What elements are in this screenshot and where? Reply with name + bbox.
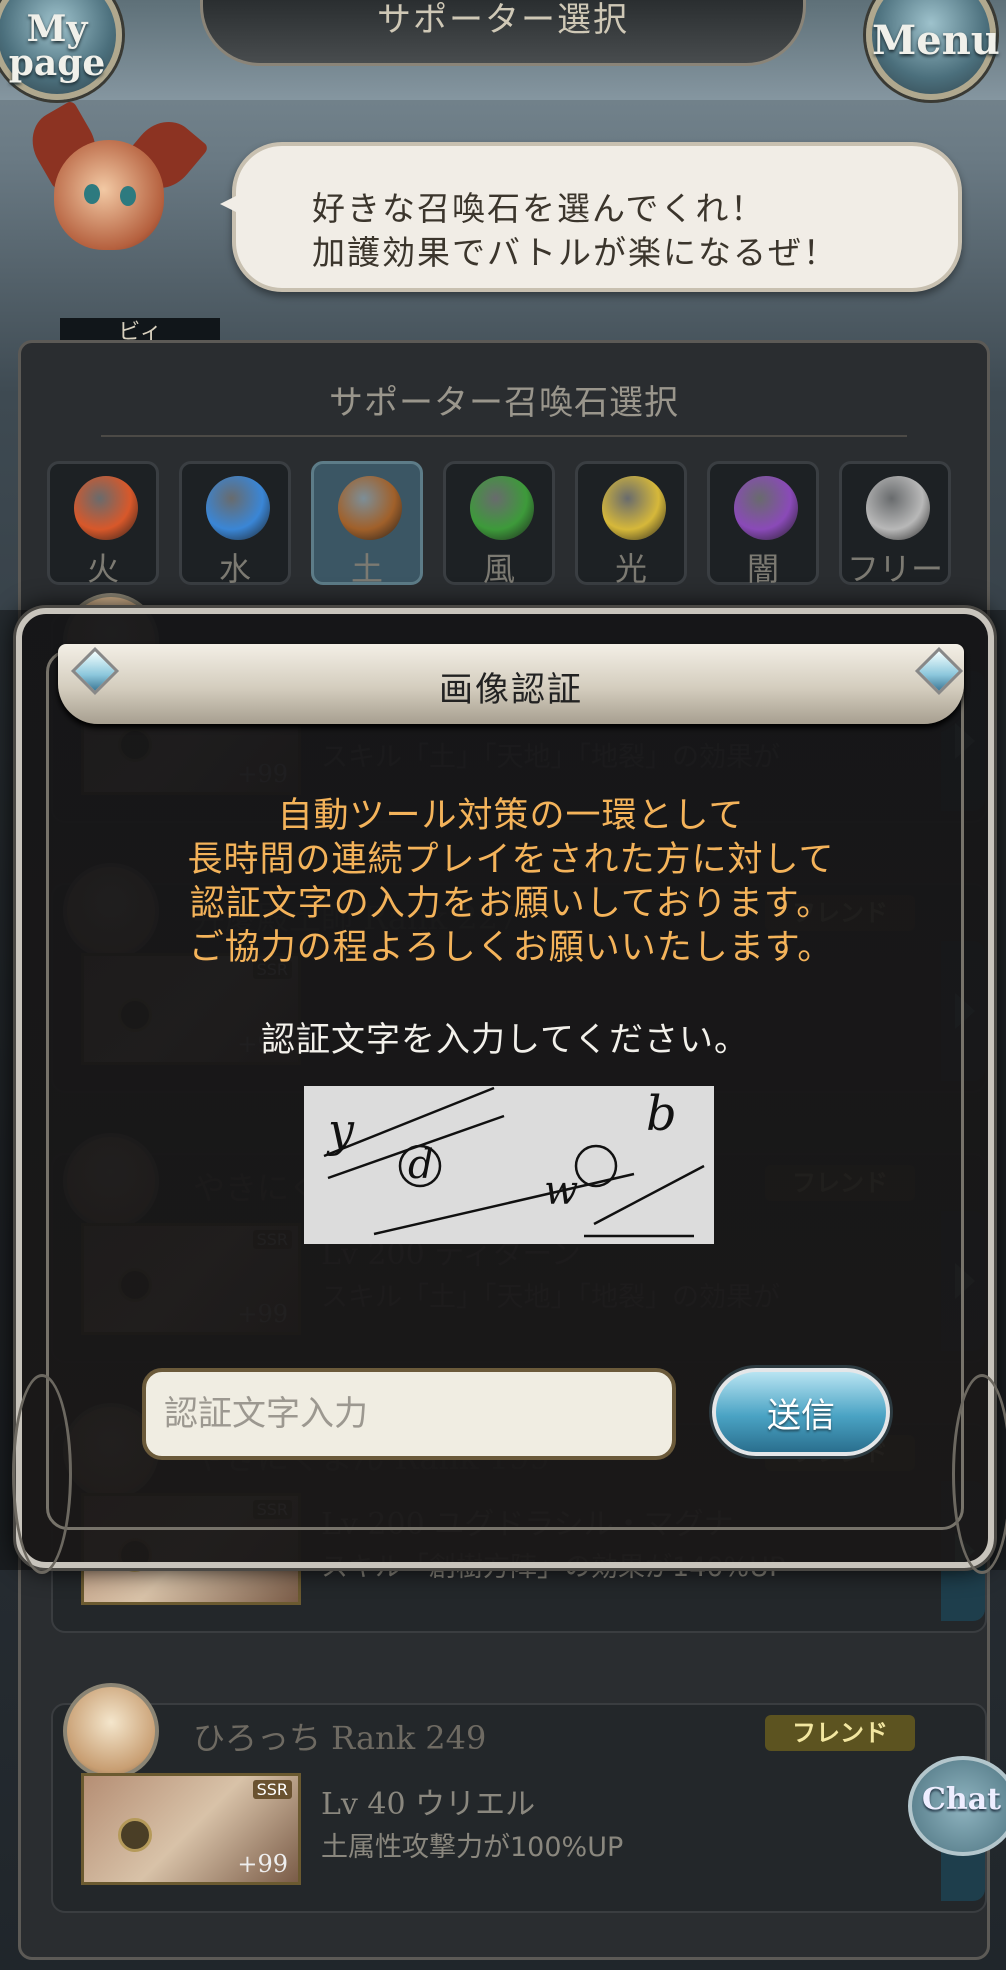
dialog-title: 画像認証 [439,670,583,710]
speech-line-1: 好きな召喚石を選んでくれ！ [312,189,766,228]
chat-label: Chat [922,1782,1001,1817]
summon-level-name: Lv 40 ウリエル [321,1787,536,1822]
header-ornament: サポーター選択 [200,0,806,66]
mypage-label: My page [8,8,106,84]
supporter-name: ひろっち Rank 249 [193,1719,487,1757]
svg-text:b: b [646,1086,677,1142]
element-orb-icon [206,476,270,540]
plus-value: +99 [237,1850,288,1878]
speech-bubble: 好きな召喚石を選んでくれ！ 加護効果でバトルが楽になるぜ！ [220,142,962,292]
element-orb-icon [74,476,138,540]
mascot-head-icon [54,140,164,250]
menu-button[interactable]: Menu [866,0,1000,100]
divider [101,435,907,437]
element-orb-icon [602,476,666,540]
element-tabs: 火 水 土 風 光 闇 フリー [47,461,967,588]
captcha-input[interactable] [142,1368,676,1460]
tab-label: 火 [86,550,119,588]
top-header: サポーター選択 My page Menu [0,0,1006,100]
supporter-row[interactable]: ひろっち Rank 249 フレンド SSR +99 Lv 40 ウリエル土属性攻撃力が… [51,1683,987,1913]
message-line: ご協力の程よろしくお願いいたします。 [188,928,834,968]
svg-text:w: w [544,1168,578,1214]
frame-ornament [12,1374,72,1574]
captcha-dialog: 画像認証 自動ツール対策の一環として 長時間の連続プレイをされた方に対して 認証… [12,608,1006,1574]
tab-label: 土 [350,550,383,588]
mascot-eye-icon [120,186,136,206]
vyrn-mascot [20,99,210,310]
dialog-message: 自動ツール対策の一環として 長時間の連続プレイをされた方に対して 認証文字の入力… [22,794,1000,970]
dialog-title-banner: 画像認証 [58,644,964,724]
svg-text:d: d [408,1142,434,1188]
message-line: 認証文字の入力をお願いしております。 [189,884,833,924]
tab-element[interactable]: 闇 [707,461,819,588]
avatar [63,1683,159,1779]
header-title: サポーター選択 [377,0,629,40]
tab-element[interactable]: 風 [443,461,555,588]
svg-text:y: y [326,1103,355,1157]
ssr-badge: SSR [252,1780,292,1799]
element-orb-icon [866,476,930,540]
element-orb-icon [338,476,402,540]
send-button[interactable]: 送信 [712,1368,890,1456]
tab-element[interactable]: 土 [311,461,423,588]
game-screen: サポーター選択 My page Menu ビィ 好きな召喚石を選んでくれ！ 加護… [0,0,1006,1970]
tab-label: フリー [846,550,943,588]
summon-thumbnail: SSR +99 [81,1773,301,1885]
friend-badge: フレンド [765,1715,915,1751]
mascot-eye-icon [84,184,100,204]
menu-label: Menu [872,17,1000,64]
tab-label: 水 [218,550,251,588]
element-orb-icon [470,476,534,540]
tab-element[interactable]: 光 [575,461,687,588]
speech-line-2: 加護効果でバトルが楽になるぜ！ [312,233,838,272]
tab-label: 光 [614,550,647,588]
summon-skill: 土属性攻撃力が100%UP [321,1832,624,1863]
uncap-icon [118,1818,152,1852]
tab-element[interactable]: 水 [179,461,291,588]
tab-label: 風 [482,550,515,588]
message-line: 長時間の連続プレイをされた方に対して [187,840,835,880]
captcha-image: y d w b [304,1086,714,1244]
message-line: 自動ツール対策の一環として [277,796,745,836]
captcha-prompt: 認証文字を入力してください。 [261,1020,749,1060]
frame-ornament [952,1374,1006,1574]
mypage-button[interactable]: My page [0,0,122,100]
element-orb-icon [734,476,798,540]
supporter-panel-title: サポーター召喚石選択 [329,383,679,423]
tab-element[interactable]: フリー [839,461,951,588]
tab-label: 闇 [746,550,779,588]
tab-element[interactable]: 火 [47,461,159,588]
